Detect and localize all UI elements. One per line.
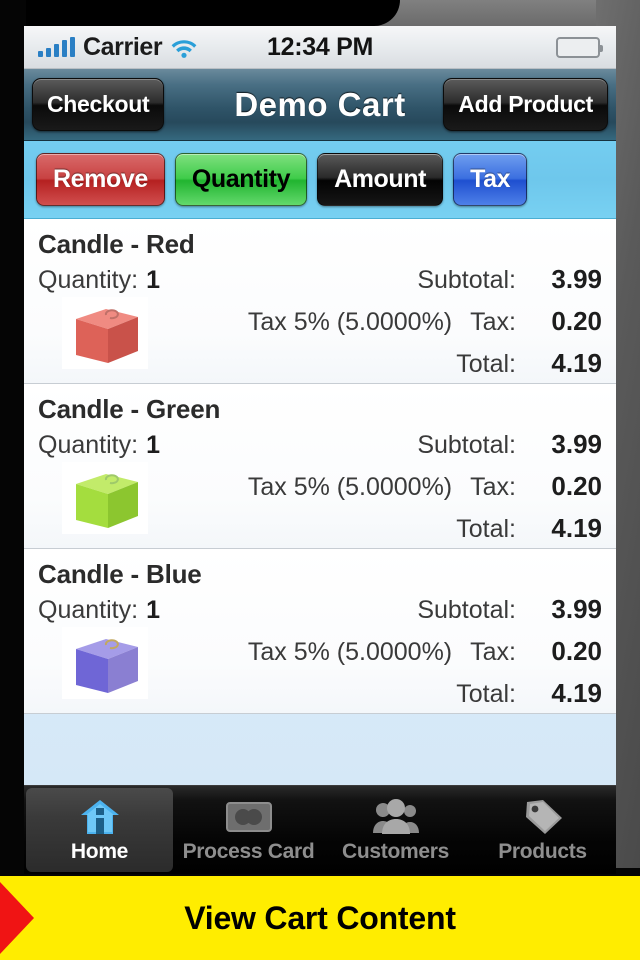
tax-label: Tax:: [470, 638, 516, 666]
total-label: Total:: [456, 680, 516, 708]
total-label: Total:: [456, 515, 516, 543]
total-value: 4.19: [551, 348, 602, 378]
total-value: 4.19: [551, 678, 602, 708]
cart-item-quantity: Quantity: 1: [38, 266, 160, 295]
red-arrow-icon: [0, 882, 34, 954]
candle-blue-thumbnail: [62, 627, 148, 699]
total-label: Total:: [456, 350, 516, 378]
cart-item-quantity: Quantity: 1: [38, 431, 160, 460]
status-bar: Carrier 12:34 PM: [24, 26, 616, 69]
tab-home[interactable]: Home: [26, 788, 173, 872]
subtotal-value: 3.99: [551, 594, 602, 624]
candle-red-thumbnail: [62, 297, 148, 369]
subtotal-label: Subtotal:: [417, 266, 516, 294]
cart-item-quantity: Quantity: 1: [38, 596, 160, 625]
quantity-value: 1: [146, 596, 160, 624]
table-row[interactable]: Candle - Blue Quantity: 1 Subtotal: 3.99 …: [24, 549, 616, 714]
add-product-button[interactable]: Add Product: [443, 78, 608, 131]
cart-item-name: Candle - Blue: [38, 559, 202, 589]
amount-button[interactable]: Amount: [317, 153, 444, 206]
tax-description: Tax 5% (5.0000%): [247, 473, 453, 501]
subtotal-value: 3.99: [551, 264, 602, 294]
cart-item-name: Candle - Green: [38, 394, 221, 424]
tax-value: 0.20: [551, 306, 602, 336]
device-bezel-top: [0, 0, 400, 26]
device-frame: Carrier 12:34 PM Checkout Demo Cart Add …: [0, 0, 640, 960]
phone-screen: Carrier 12:34 PM Checkout Demo Cart Add …: [24, 26, 616, 874]
tax-value: 0.20: [551, 636, 602, 666]
tab-process-card[interactable]: Process Card: [175, 786, 322, 874]
tab-label: Process Card: [182, 839, 315, 863]
navigation-bar: Checkout Demo Cart Add Product: [24, 69, 616, 141]
subtotal-label: Subtotal:: [417, 431, 516, 459]
battery-icon: [556, 36, 603, 58]
subtotal-value: 3.99: [551, 429, 602, 459]
tab-label: Home: [70, 839, 129, 863]
quantity-value: 1: [146, 431, 160, 459]
subtotal-label: Subtotal:: [417, 596, 516, 624]
quantity-label: Quantity:: [38, 266, 139, 294]
tab-customers[interactable]: Customers: [322, 786, 469, 874]
tax-label: Tax:: [470, 473, 516, 501]
quantity-label: Quantity:: [38, 596, 139, 624]
table-row[interactable]: Candle - Red Quantity: 1 Subtotal: 3.99 T…: [24, 219, 616, 384]
credit-card-icon: [225, 797, 272, 837]
tax-button[interactable]: Tax: [453, 153, 528, 206]
candle-green-thumbnail: [62, 462, 148, 534]
total-value: 4.19: [551, 513, 602, 543]
tax-description: Tax 5% (5.0000%): [247, 638, 453, 666]
device-bezel-left: [0, 0, 26, 880]
cart-item-list[interactable]: Candle - Red Quantity: 1 Subtotal: 3.99 T…: [24, 219, 616, 785]
remove-button[interactable]: Remove: [36, 153, 165, 206]
table-row[interactable]: Candle - Green Quantity: 1 Subtotal: 3.99…: [24, 384, 616, 549]
tab-label: Products: [498, 839, 587, 863]
tax-value: 0.20: [551, 471, 602, 501]
quantity-value: 1: [146, 266, 160, 294]
tab-bar: Home Process Card Customers Products: [24, 785, 616, 874]
status-bar-right: [556, 36, 603, 58]
caption-banner: View Cart Content: [0, 876, 640, 960]
tab-label: Customers: [342, 839, 449, 863]
tag-icon: [522, 797, 564, 837]
home-icon: [79, 797, 121, 837]
checkout-button[interactable]: Checkout: [32, 78, 165, 131]
status-bar-clock: 12:34 PM: [267, 32, 373, 61]
tax-label: Tax:: [470, 308, 516, 336]
people-icon: [372, 797, 420, 837]
tab-products[interactable]: Products: [469, 786, 616, 874]
quantity-label: Quantity:: [38, 431, 139, 459]
tax-description: Tax 5% (5.0000%): [247, 308, 453, 336]
action-toolbar: Remove Quantity Amount Tax: [24, 141, 616, 219]
cart-item-name: Candle - Red: [38, 229, 195, 259]
caption-text: View Cart Content: [184, 899, 456, 936]
quantity-button[interactable]: Quantity: [174, 153, 308, 206]
